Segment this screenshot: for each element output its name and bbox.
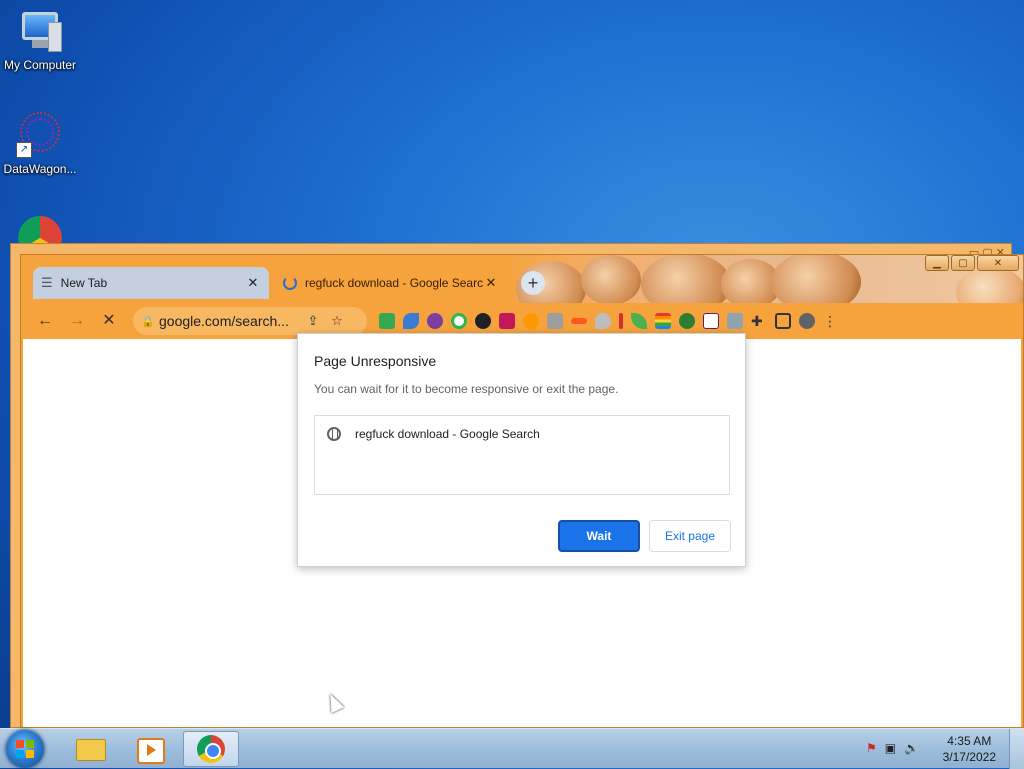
- windows-logo-icon: [16, 740, 34, 758]
- close-window-button[interactable]: ✕: [977, 255, 1019, 271]
- dialog-subtitle: You can wait for it to become responsive…: [314, 382, 619, 396]
- address-input[interactable]: [157, 312, 301, 330]
- new-tab-button[interactable]: +: [521, 271, 545, 295]
- forward-button[interactable]: →: [61, 307, 93, 335]
- taskbar-media-player[interactable]: [124, 731, 174, 767]
- bus-icon[interactable]: [499, 313, 515, 329]
- folder-icon: [76, 739, 106, 761]
- tab-google-search[interactable]: regfuck download - Google Search ✕: [275, 267, 507, 299]
- exit-page-button[interactable]: Exit page: [649, 520, 731, 552]
- drop-icon[interactable]: [595, 313, 611, 329]
- clock-time: 4:35 AM: [947, 734, 992, 748]
- side-panel-icon[interactable]: [775, 313, 791, 329]
- loading-spinner-icon: [283, 276, 297, 290]
- show-desktop-button[interactable]: [1009, 729, 1024, 769]
- volume-icon[interactable]: 🔊: [904, 741, 919, 755]
- tab-new-tab[interactable]: ☰ New Tab ✕: [33, 267, 269, 299]
- unresponsive-page-list: regfuck download - Google Search: [314, 415, 730, 495]
- clock-date: 3/17/2022: [942, 750, 996, 764]
- tab-label: New Tab: [60, 276, 108, 290]
- maximize-button[interactable]: ▢: [951, 255, 975, 271]
- back-button[interactable]: ←: [29, 307, 61, 335]
- action-center-flag-icon[interactable]: ⚑: [866, 741, 877, 755]
- alien-icon[interactable]: [427, 313, 443, 329]
- puzzle-extensions-icon[interactable]: ✚: [751, 313, 767, 329]
- minimize-button[interactable]: ▁: [925, 255, 949, 271]
- desktop-icon-my-computer[interactable]: My Computer: [0, 8, 80, 72]
- tab-strip: ☰ New Tab ✕ regfuck download - Google Se…: [21, 255, 1023, 303]
- dialog-title: Page Unresponsive: [314, 353, 437, 369]
- disc-icon[interactable]: [475, 313, 491, 329]
- kebab-menu-icon[interactable]: ⋮: [823, 313, 839, 329]
- page-unresponsive-dialog: Page Unresponsive You can wait for it to…: [297, 333, 746, 567]
- shortcut-arrow-icon: ↗: [16, 142, 32, 158]
- square-ext-icon[interactable]: [547, 313, 563, 329]
- ring-icon[interactable]: [451, 313, 467, 329]
- tab-label: regfuck download - Google Search: [305, 276, 483, 290]
- profile-avatar-icon[interactable]: [799, 313, 815, 329]
- system-tray: ⚑ ▣ 🔊: [866, 741, 919, 755]
- network-icon[interactable]: ▣: [885, 741, 896, 755]
- desktop-icon-datawagon[interactable]: ↗ DataWagon...: [0, 112, 80, 176]
- plane-icon[interactable]: [403, 313, 419, 329]
- taskbar-chrome[interactable]: [183, 731, 239, 767]
- leaf-icon[interactable]: [631, 313, 647, 329]
- chrome-icon: [197, 735, 225, 763]
- globe-icon: [327, 427, 341, 441]
- tune-icon: ☰: [41, 275, 53, 290]
- desktop-icon-label: DataWagon...: [3, 162, 77, 176]
- meet-icon[interactable]: [379, 313, 395, 329]
- slack-icon[interactable]: [703, 313, 719, 329]
- bookmark-star-icon[interactable]: ☆: [325, 313, 349, 329]
- extensions-bar: ✚ ⋮: [379, 309, 839, 333]
- address-bar[interactable]: 🔒 ⇪ ☆: [133, 307, 367, 335]
- computer-icon: [16, 8, 64, 56]
- window-controls: ▁ ▢ ✕: [925, 255, 1019, 271]
- list-item: regfuck download - Google Search: [327, 427, 540, 441]
- datawagon-icon: ↗: [16, 112, 64, 160]
- bar-icon[interactable]: [619, 313, 623, 329]
- taskbar-explorer[interactable]: [64, 731, 114, 767]
- close-tab-icon[interactable]: ✕: [483, 275, 499, 291]
- close-tab-icon[interactable]: ✕: [245, 275, 261, 291]
- wait-button[interactable]: Wait: [558, 520, 640, 552]
- rainbow-icon[interactable]: [655, 313, 671, 329]
- share-icon[interactable]: ⇪: [301, 313, 325, 329]
- lock-icon: 🔒: [141, 315, 155, 328]
- page-entry-label: regfuck download - Google Search: [355, 427, 540, 441]
- taskbar: ⚑ ▣ 🔊 4:35 AM 3/17/2022: [0, 728, 1024, 769]
- stop-button[interactable]: ✕: [93, 307, 125, 335]
- download-ext-icon[interactable]: [679, 313, 695, 329]
- desktop-icon-label: My Computer: [3, 58, 77, 72]
- pen-icon[interactable]: [571, 318, 587, 324]
- avatar-ext-icon[interactable]: [523, 313, 539, 329]
- taskbar-clock[interactable]: 4:35 AM 3/17/2022: [943, 733, 996, 765]
- cat-icon[interactable]: [727, 313, 743, 329]
- start-button[interactable]: [6, 730, 44, 768]
- media-player-icon: [137, 738, 165, 764]
